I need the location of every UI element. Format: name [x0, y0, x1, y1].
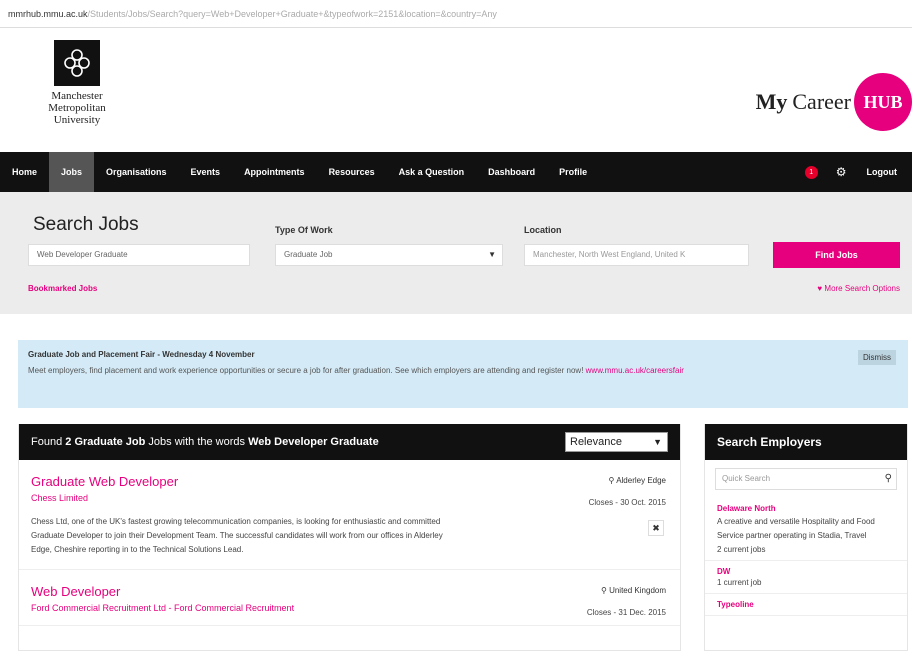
job-company-link[interactable]: Ford Commercial Recruitment Ltd - Ford C… — [31, 603, 668, 613]
employer-item: DW 1 current job — [705, 561, 907, 594]
nav-profile[interactable]: Profile — [547, 152, 599, 192]
nav-ask-a-question[interactable]: Ask a Question — [387, 152, 477, 192]
bookmark-icon[interactable]: ✖ — [648, 520, 664, 536]
nav-events[interactable]: Events — [179, 152, 233, 192]
nav-dashboard[interactable]: Dashboard — [476, 152, 547, 192]
university-logo[interactable]: Manchester Metropolitan University — [22, 40, 132, 126]
map-pin-icon: ⚲ — [600, 586, 607, 595]
type-of-work-value: Graduate Job — [284, 250, 333, 259]
employer-search-input[interactable]: Quick Search ⚲ — [715, 468, 897, 490]
results-query: Web Developer Graduate — [248, 436, 379, 448]
sort-value: Relevance — [570, 436, 622, 448]
location-input[interactable]: Manchester, North West England, United K — [524, 244, 749, 266]
results-panel: Found 2 Graduate Job Jobs with the words… — [18, 424, 681, 651]
search-icon[interactable]: ⚲ — [885, 469, 892, 489]
gear-icon[interactable]: ⚙ — [836, 165, 847, 179]
type-of-work-select[interactable]: Graduate Job ▼ — [275, 244, 503, 266]
more-search-options-link[interactable]: ♥ More Search Options — [817, 284, 900, 293]
job-title-link[interactable]: Graduate Web Developer — [31, 474, 668, 489]
bookmarked-jobs-link[interactable]: Bookmarked Jobs — [28, 284, 97, 293]
notice-title: Graduate Job and Placement Fair - Wednes… — [28, 350, 255, 359]
nav-resources[interactable]: Resources — [317, 152, 387, 192]
results-middle: Jobs with the words — [148, 436, 246, 448]
job-description: Chess Ltd, one of the UK's fastest growi… — [31, 517, 443, 554]
employer-search-placeholder: Quick Search — [722, 474, 771, 483]
employer-name-link[interactable]: DW — [717, 567, 895, 576]
nav-right: 1 ⚙ Logout — [804, 152, 912, 192]
brand-hub-badge: HUB — [854, 73, 912, 131]
notice-text: Meet employers, find placement and work … — [28, 366, 584, 375]
results-count: 2 — [65, 436, 72, 448]
job-company-link[interactable]: Chess Limited — [31, 493, 668, 503]
sort-select[interactable]: Relevance ▼ — [565, 432, 668, 452]
notice-link[interactable]: www.mmu.ac.uk/careersfair — [586, 366, 684, 375]
employer-description: A creative and versatile Hospitality and… — [717, 517, 875, 540]
job-location-text: United Kingdom — [609, 586, 666, 595]
chevron-down-icon: ▼ — [488, 250, 496, 259]
employer-item: Delaware North A creative and versatile … — [705, 498, 907, 561]
url-host: mmrhub.mmu.ac.uk — [8, 9, 88, 19]
nav-organisations[interactable]: Organisations — [94, 152, 179, 192]
job-location: ⚲ United Kingdom — [601, 586, 666, 595]
job-title-link[interactable]: Web Developer — [31, 584, 668, 599]
employer-name-link[interactable]: Delaware North — [717, 504, 895, 513]
main-nav: Home Jobs Organisations Events Appointme… — [0, 152, 912, 192]
url-path: /Students/Jobs/Search?query=Web+Develope… — [87, 9, 497, 19]
job-location-text: Alderley Edge — [616, 476, 666, 485]
address-bar[interactable]: mmrhub.mmu.ac.uk/Students/Jobs/Search?qu… — [0, 0, 912, 28]
results-type: Graduate Job — [74, 436, 146, 448]
logo-line-3: University — [53, 114, 101, 126]
location-label: Location — [524, 225, 562, 235]
employer-job-count: 2 current jobs — [717, 545, 766, 554]
employer-item: Typeoline — [705, 594, 907, 616]
site-header: Manchester Metropolitan University My Ca… — [0, 28, 912, 152]
search-panel: Search Jobs Web Developer Graduate Type … — [0, 192, 912, 314]
employer-job-count: 1 current job — [717, 578, 762, 587]
brand-career: Career — [792, 89, 851, 114]
employer-name-link[interactable]: Typeoline — [717, 600, 895, 609]
chevron-down-icon: ▼ — [653, 437, 662, 447]
logo-line-1: Manchester — [51, 90, 103, 102]
keyword-input[interactable]: Web Developer Graduate — [28, 244, 250, 266]
job-card: Graduate Web Developer Chess Limited Che… — [19, 460, 680, 570]
job-closing-date: Closes - 31 Dec. 2015 — [586, 608, 666, 617]
more-search-options-label: More Search Options — [824, 284, 900, 293]
type-of-work-label: Type Of Work — [275, 225, 333, 235]
search-heading: Search Jobs — [33, 214, 139, 235]
results-header: Found 2 Graduate Job Jobs with the words… — [19, 424, 680, 460]
nav-jobs[interactable]: Jobs — [49, 152, 95, 192]
notification-badge[interactable]: 1 — [804, 165, 818, 179]
logo-line-2: Metropolitan — [48, 102, 106, 114]
find-jobs-button[interactable]: Find Jobs — [773, 242, 900, 268]
nav-home[interactable]: Home — [0, 152, 49, 192]
nav-appointments[interactable]: Appointments — [232, 152, 317, 192]
logo-emblem-icon — [54, 40, 100, 86]
results-prefix: Found — [31, 436, 63, 448]
notice-body: Meet employers, find placement and work … — [28, 364, 858, 378]
search-employers-heading: Search Employers — [705, 424, 907, 460]
my-career-hub-logo[interactable]: My Career HUB — [756, 72, 912, 132]
employer-sidebar: Search Employers Quick Search ⚲ Delaware… — [704, 424, 908, 651]
job-card: Web Developer Ford Commercial Recruitmen… — [19, 570, 680, 626]
dismiss-button[interactable]: Dismiss — [858, 350, 896, 365]
job-location: ⚲ Alderley Edge — [609, 476, 666, 485]
logout-link[interactable]: Logout — [867, 167, 898, 177]
fair-notice: Graduate Job and Placement Fair - Wednes… — [18, 340, 908, 408]
heart-icon: ♥ — [817, 284, 823, 293]
brand-my: My — [755, 89, 788, 114]
map-pin-icon: ⚲ — [608, 476, 615, 485]
job-closing-date: Closes - 30 Oct. 2015 — [588, 498, 666, 507]
